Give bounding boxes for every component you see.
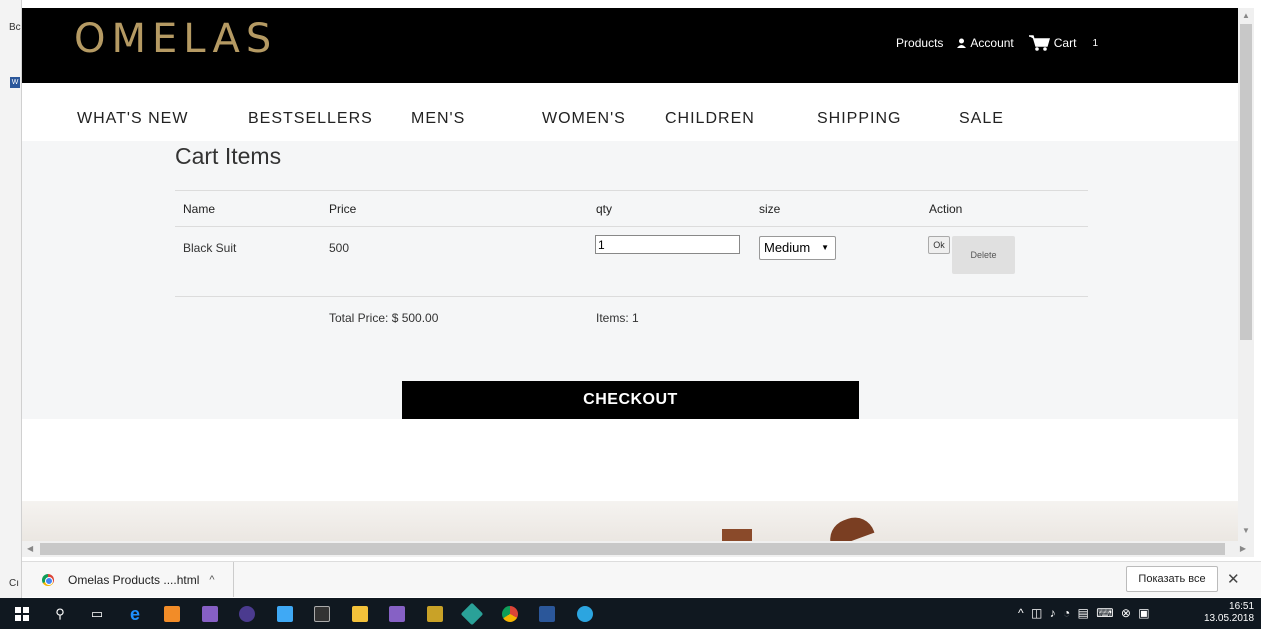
shoe-image <box>722 529 752 541</box>
dropdown-arrow-icon: ▼ <box>821 243 829 252</box>
download-item[interactable]: Omelas Products ....html ^ <box>30 562 234 597</box>
show-all-button[interactable]: Показать все <box>1126 566 1218 592</box>
column-header-action: Action <box>929 202 963 216</box>
git-icon[interactable] <box>460 602 484 626</box>
item-price: 500 <box>329 241 350 255</box>
total-price: Total Price: $ 500.00 <box>329 311 439 325</box>
scroll-down-icon[interactable]: ▼ <box>1242 526 1250 535</box>
taskbar-clock[interactable]: 16:51 13.05.2018 <box>1204 601 1254 625</box>
cart-icon <box>1028 35 1050 51</box>
folder-icon[interactable] <box>350 604 370 624</box>
items-count: Items: 1 <box>596 311 639 325</box>
app-icon[interactable] <box>275 604 295 624</box>
nav-womens[interactable]: WOMEN'S <box>542 110 626 128</box>
nav-bestsellers[interactable]: BESTSELLERS <box>248 110 373 128</box>
vs-code-icon[interactable] <box>387 604 407 624</box>
item-name: Black Suit <box>183 241 237 255</box>
search-icon[interactable]: ⚲ <box>50 604 70 624</box>
checkout-button[interactable]: CHECKOUT <box>402 381 859 419</box>
page-title: Cart Items <box>175 143 282 169</box>
downloads-bar: Omelas Products ....html ^ Показать все … <box>22 561 1261 597</box>
user-icon <box>957 38 967 48</box>
sublime-icon[interactable] <box>162 604 182 624</box>
column-header-qty: qty <box>596 202 613 216</box>
web-page: OMELAS Products Account Cart 1 WHAT'S NE… <box>22 8 1238 541</box>
nav-children[interactable]: CHILDREN <box>665 110 755 128</box>
word-taskbar-icon[interactable] <box>537 604 557 624</box>
products-label: Products <box>896 36 944 50</box>
eclipse-icon[interactable] <box>237 604 257 624</box>
nav-mens[interactable]: MEN'S <box>411 110 465 128</box>
vertical-scrollbar[interactable]: ▲ ▼ <box>1238 8 1254 541</box>
cart-link[interactable]: Cart 1 <box>1028 34 1098 52</box>
windows-taskbar: ⚲ ▭ e ^ ◫ ♪ ◔ ▤ ⌨ ⊗ ▣ 16:51 13.05.2018 <box>0 598 1261 629</box>
left-strip-bottom-text: Cı <box>9 578 19 589</box>
telegram-icon[interactable] <box>575 604 595 624</box>
table-divider <box>175 226 1088 227</box>
delete-button[interactable]: Delete <box>952 236 1015 274</box>
size-select[interactable]: Medium ▼ <box>759 236 836 260</box>
column-header-price: Price <box>329 202 357 216</box>
scroll-up-icon[interactable]: ▲ <box>1242 11 1250 20</box>
cart-label: Cart <box>1053 36 1077 50</box>
cart-count: 1 <box>1092 37 1098 49</box>
chrome-taskbar-icon[interactable] <box>500 604 520 624</box>
browser-window: Bc W Cı OMELAS Products Account Cart 1 W… <box>0 0 1261 629</box>
left-strip-top-text: Bc <box>9 22 21 33</box>
windows-start-icon[interactable] <box>12 604 32 624</box>
chevron-up-icon[interactable]: ^ <box>209 574 214 586</box>
close-icon[interactable]: ✕ <box>1227 570 1240 588</box>
hero-banner-image <box>22 501 1238 541</box>
header-nav: Products Account Cart 1 <box>896 34 1098 52</box>
word-icon[interactable]: W <box>10 77 20 88</box>
system-tray-icons[interactable]: ^ ◫ ♪ ◔ ▤ ⌨ ⊗ ▣ <box>1018 606 1152 620</box>
nav-shipping[interactable]: SHIPPING <box>817 110 901 128</box>
nav-sale[interactable]: SALE <box>959 110 1004 128</box>
scroll-right-icon[interactable]: ▶ <box>1240 544 1246 553</box>
task-view-icon[interactable]: ▭ <box>87 604 107 624</box>
shoe-image <box>824 511 875 541</box>
column-header-name: Name <box>183 202 216 216</box>
table-divider <box>175 296 1088 297</box>
site-header: OMELAS Products Account Cart 1 <box>22 8 1238 83</box>
account-link[interactable]: Account <box>957 36 1014 50</box>
table-divider <box>175 190 1088 191</box>
scrollbar-thumb[interactable] <box>40 543 1225 555</box>
download-filename: Omelas Products ....html <box>68 572 200 587</box>
clock-date: 13.05.2018 <box>1204 613 1255 624</box>
chrome-icon <box>42 573 54 586</box>
nav-whats-new[interactable]: WHAT'S NEW <box>77 110 188 128</box>
main-nav: WHAT'S NEW BESTSELLERS MEN'S WOMEN'S CHI… <box>22 83 1238 141</box>
cart-section: Cart Items Name Price qty size Action Bl… <box>22 141 1238 419</box>
products-link[interactable]: Products <box>896 36 943 50</box>
horizontal-scrollbar[interactable]: ◀ ▶ <box>22 541 1254 557</box>
left-window-strip: Bc W Cı <box>0 0 22 598</box>
scroll-left-icon[interactable]: ◀ <box>27 544 33 553</box>
site-logo[interactable]: OMELAS <box>74 16 277 62</box>
database-icon[interactable] <box>425 604 445 624</box>
column-header-size: size <box>759 202 781 216</box>
clock-time: 16:51 <box>1229 601 1255 612</box>
account-label: Account <box>970 36 1014 50</box>
edge-icon[interactable]: e <box>125 604 145 624</box>
scrollbar-thumb[interactable] <box>1240 24 1252 340</box>
terminal-icon[interactable] <box>312 604 332 624</box>
visual-studio-icon[interactable] <box>200 604 220 624</box>
size-selected-value: Medium <box>764 240 811 255</box>
quantity-input[interactable] <box>595 235 740 254</box>
ok-button[interactable]: Ok <box>928 236 950 254</box>
